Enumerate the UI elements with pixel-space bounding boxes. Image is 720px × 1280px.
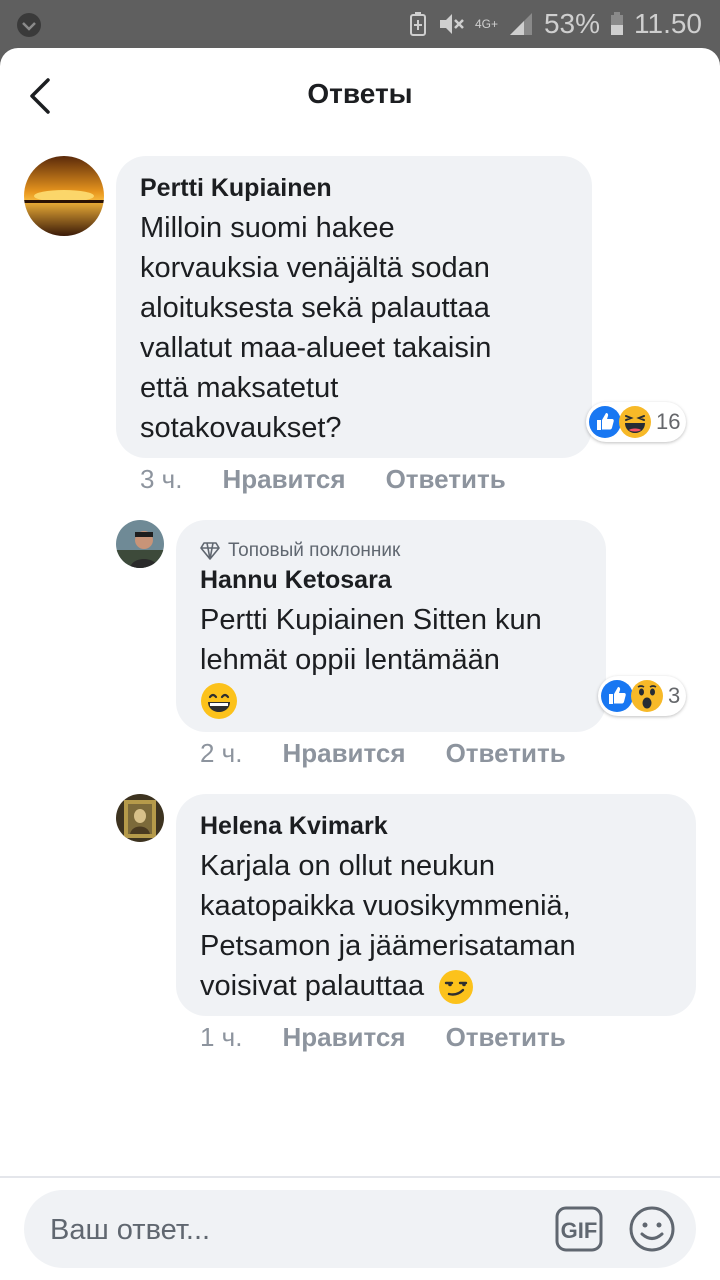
comment-bubble[interactable]: Pertti Kupiainen Milloin suomi hakee kor… <box>116 156 592 458</box>
wow-icon <box>631 680 663 712</box>
page-title: Ответы <box>307 78 413 109</box>
svg-text:GIF: GIF <box>561 1218 598 1243</box>
reply-button[interactable]: Ответить <box>446 1022 566 1053</box>
status-indicators: 4G+ 53% 11.50 <box>409 6 702 42</box>
app-notification-icon <box>17 13 41 37</box>
gif-icon[interactable]: GIF <box>554 1205 604 1253</box>
comment-time[interactable]: 1 ч. <box>200 1022 242 1053</box>
comment-time[interactable]: 3 ч. <box>140 464 182 495</box>
reply-button[interactable]: Ответить <box>446 738 566 769</box>
comment-text: Milloin suomi hakee korvauksia venäjältä… <box>140 212 492 444</box>
like-button[interactable]: Нравится <box>222 464 345 495</box>
diamond-icon <box>200 542 220 560</box>
reply-button[interactable]: Ответить <box>386 464 506 495</box>
painting-avatar-image <box>116 794 164 842</box>
comment-actions: 1 ч. Нравится Ответить <box>200 1022 566 1053</box>
reactions-summary[interactable]: 16 <box>586 402 687 442</box>
haha-icon <box>619 406 651 438</box>
reaction-count: 16 <box>656 409 681 434</box>
smirking-emoji <box>439 970 474 1005</box>
top-fan-badge: Топовый поклонник <box>200 540 400 562</box>
mute-icon <box>439 14 464 34</box>
avatar[interactable] <box>24 156 104 236</box>
person-avatar-image <box>116 520 164 568</box>
sunset-avatar-image <box>24 156 104 236</box>
battery-icon <box>611 12 623 35</box>
like-button[interactable]: Нравится <box>282 738 405 769</box>
reactions-summary[interactable]: 3 <box>598 676 687 716</box>
comment-bubble[interactable]: Топовый поклонник Hannu Ketosara Pertti … <box>176 520 606 732</box>
signal-icon <box>509 13 532 35</box>
network-type: 4G+ <box>474 17 498 31</box>
reaction-count: 3 <box>668 683 681 708</box>
header: Ответы <box>0 48 720 144</box>
like-button[interactable]: Нравится <box>282 1022 405 1053</box>
avatar[interactable] <box>116 520 164 568</box>
reply-composer: GIF <box>0 1176 720 1280</box>
status-bar: 4G+ 53% 11.50 <box>0 0 720 48</box>
battery-percent: 53% <box>543 8 600 39</box>
like-icon <box>601 680 633 712</box>
comment-author[interactable]: Helena Kvimark <box>200 812 388 841</box>
comment-actions: 3 ч. Нравится Ответить <box>140 464 506 495</box>
grinning-emoji <box>201 683 237 720</box>
reply-input[interactable] <box>48 1190 532 1270</box>
avatar[interactable] <box>116 794 164 842</box>
emoji-icon[interactable] <box>628 1205 676 1253</box>
comment-time[interactable]: 2 ч. <box>200 738 242 769</box>
comment-bubble[interactable]: Helena Kvimark Karjala on ollut neukun k… <box>176 794 696 1016</box>
replies-sheet: Ответы Pertti Kupiainen Milloin suomi ha… <box>0 48 720 1280</box>
comment-actions: 2 ч. Нравится Ответить <box>200 738 566 769</box>
like-icon <box>589 406 621 438</box>
comment-text: Pertti Kupiainen Sitten kun lehmät oppii… <box>200 600 542 720</box>
comment-author[interactable]: Hannu Ketosara <box>200 566 392 595</box>
comment-author[interactable]: Pertti Kupiainen <box>140 174 332 203</box>
battery-saver-icon <box>409 12 426 36</box>
reply-box[interactable]: GIF <box>24 1190 696 1270</box>
comment-text: Karjala on ollut neukun kaatopaikka vuos… <box>200 846 576 1006</box>
clock: 11.50 <box>634 8 702 39</box>
